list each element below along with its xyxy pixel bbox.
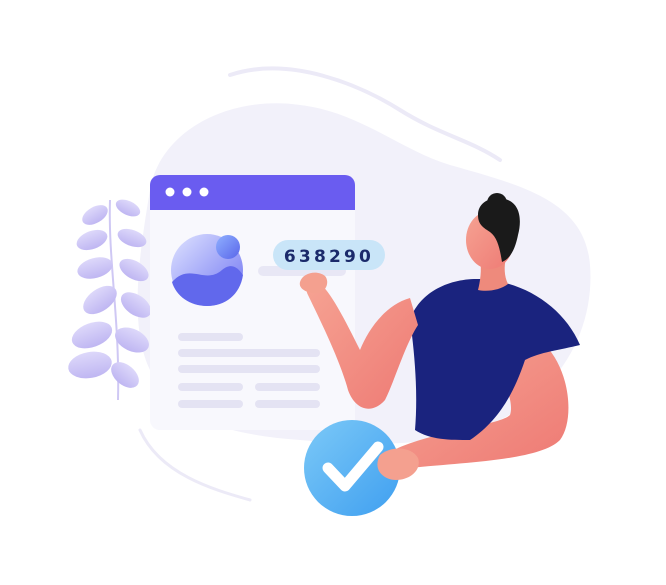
- person-lower-hand: [377, 448, 419, 480]
- browser-header: [150, 175, 355, 210]
- verification-code-text: 638290: [284, 247, 374, 267]
- decorative-line-bottom: [138, 428, 252, 502]
- image-icon: [171, 234, 243, 306]
- illustration-scene: 638290: [68, 66, 591, 516]
- window-control-dots: [165, 187, 209, 197]
- leaf-decoration: [68, 199, 152, 401]
- verification-code-bubble: 638290: [273, 240, 385, 270]
